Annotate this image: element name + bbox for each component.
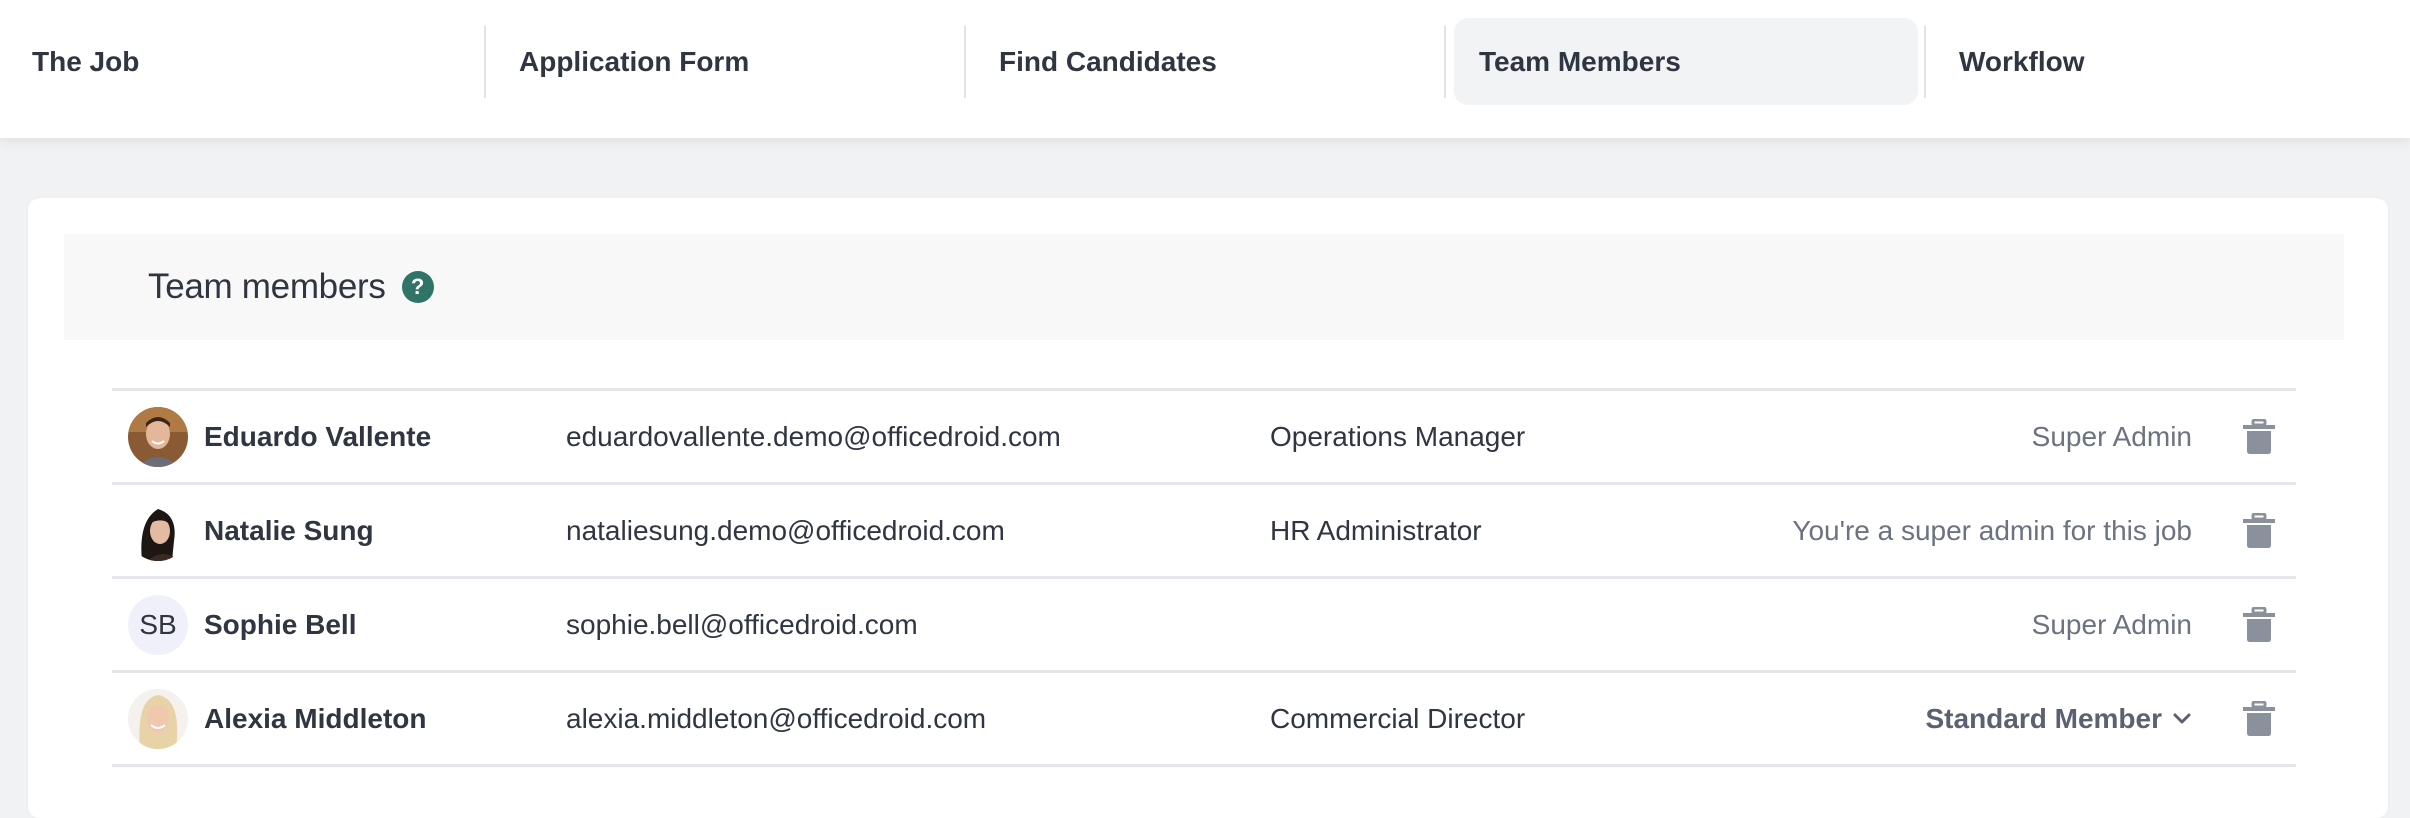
role-select-value: Standard Member bbox=[1925, 702, 2163, 734]
trash-icon[interactable] bbox=[2242, 512, 2276, 549]
job-tabs: The Job Application Form Find Candidates… bbox=[0, 0, 2410, 138]
avatar bbox=[128, 500, 188, 561]
tab-find-candidates[interactable]: Find Candidates bbox=[974, 18, 1434, 105]
member-email: alexia.middleton@officedroid.com bbox=[566, 702, 987, 734]
avatar bbox=[128, 688, 188, 749]
member-name: Eduardo Vallente bbox=[204, 420, 432, 452]
avatar bbox=[128, 406, 188, 467]
team-members-card: Team members ? Eduardo Vallente eduardov… bbox=[28, 198, 2388, 818]
member-job-title: Commercial Director bbox=[1270, 702, 1526, 734]
member-job-title: Operations Manager bbox=[1270, 420, 1526, 452]
member-email: nataliesung.demo@officedroid.com bbox=[566, 514, 1005, 546]
tab-divider bbox=[1444, 26, 1446, 98]
avatar-photo-male bbox=[128, 406, 188, 467]
avatar-photo-female bbox=[128, 500, 188, 561]
tab-team-members[interactable]: Team Members bbox=[1454, 18, 1918, 105]
tab-label: Team Members bbox=[1479, 45, 1681, 77]
trash-icon[interactable] bbox=[2242, 606, 2276, 643]
member-job-title: HR Administrator bbox=[1270, 514, 1482, 546]
member-name: Natalie Sung bbox=[204, 514, 374, 546]
section-title: Team members bbox=[148, 267, 386, 306]
tab-label: Application Form bbox=[519, 45, 750, 77]
tab-divider bbox=[1924, 26, 1926, 98]
tab-the-job[interactable]: The Job bbox=[10, 18, 470, 105]
tab-workflow[interactable]: Workflow bbox=[1934, 18, 2394, 105]
trash-icon[interactable] bbox=[2242, 418, 2276, 455]
tab-application-form[interactable]: Application Form bbox=[494, 18, 954, 105]
trash-icon[interactable] bbox=[2242, 700, 2276, 737]
member-email: sophie.bell@officedroid.com bbox=[566, 608, 918, 640]
member-name: Alexia Middleton bbox=[204, 702, 427, 734]
avatar-photo-female bbox=[128, 688, 188, 749]
tab-divider bbox=[964, 26, 966, 98]
help-icon[interactable]: ? bbox=[401, 271, 434, 303]
avatar-initials: SB bbox=[128, 594, 188, 655]
table-row: Eduardo Vallente eduardovallente.demo@of… bbox=[112, 391, 2296, 485]
member-role: Super Admin bbox=[2031, 608, 2192, 640]
table-row: SB Sophie Bell sophie.bell@officedroid.c… bbox=[112, 579, 2296, 673]
member-role: Super Admin bbox=[2031, 420, 2192, 452]
table-row: Natalie Sung nataliesung.demo@officedroi… bbox=[112, 485, 2296, 579]
member-name: Sophie Bell bbox=[204, 608, 357, 640]
member-role-note: You're a super admin for this job bbox=[1792, 514, 2192, 546]
role-select[interactable]: Standard Member bbox=[1926, 703, 2193, 735]
tab-divider bbox=[484, 26, 486, 98]
section-header: Team members ? bbox=[64, 234, 2344, 340]
table-row: Alexia Middleton alexia.middleton@office… bbox=[112, 673, 2296, 767]
member-email: eduardovallente.demo@officedroid.com bbox=[566, 420, 1061, 452]
tab-label: Workflow bbox=[1959, 45, 2085, 77]
chevron-down-icon bbox=[2173, 713, 2191, 723]
tab-label: Find Candidates bbox=[999, 45, 1217, 77]
team-members-table: Eduardo Vallente eduardovallente.demo@of… bbox=[112, 388, 2296, 767]
tab-label: The Job bbox=[32, 45, 140, 77]
